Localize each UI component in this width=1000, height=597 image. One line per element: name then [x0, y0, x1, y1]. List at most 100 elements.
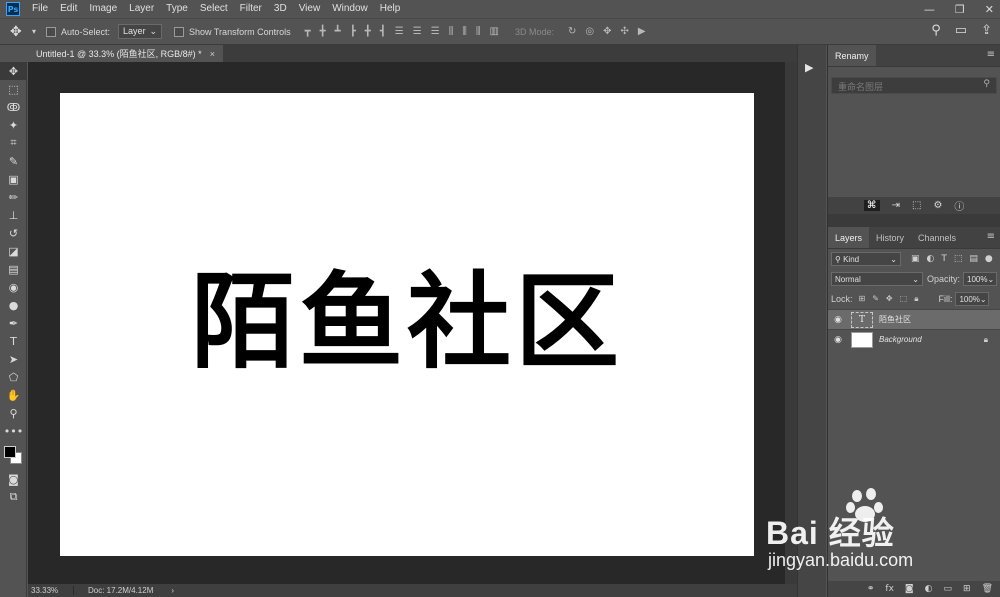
more-tools-icon[interactable]: •••	[0, 422, 27, 440]
eraser-tool-icon[interactable]: ◪	[0, 242, 27, 260]
distribute-right-icon[interactable]: ⫼	[476, 26, 481, 37]
layer-row-text[interactable]: ◉ T 陌鱼社区	[828, 309, 1000, 329]
layer-name[interactable]: Background	[879, 335, 922, 344]
gradient-tool-icon[interactable]: ▤	[0, 260, 27, 278]
panel-menu-icon[interactable]: ≡	[987, 49, 995, 60]
3d-slide-icon[interactable]: ✣	[621, 26, 629, 37]
foreground-color-swatch[interactable]	[4, 446, 16, 458]
3d-roll-icon[interactable]: ◎	[585, 26, 594, 37]
fill-field[interactable]: 100% ⌄	[955, 292, 990, 306]
close-tab-icon[interactable]: ×	[210, 49, 215, 59]
brush-tool-icon[interactable]: ✏	[0, 188, 27, 206]
canvas-text-layer[interactable]: 陌鱼社区	[191, 237, 623, 388]
frame-icon[interactable]: ⬚	[912, 200, 921, 211]
workspace-icon[interactable]: ▭	[955, 23, 967, 38]
rename-icon[interactable]: ⌘	[863, 200, 880, 211]
distribute-top-icon[interactable]: ☰	[395, 26, 404, 37]
menu-edit[interactable]: Edit	[54, 0, 83, 18]
kind-filter-dropdown[interactable]: ⚲ Kind ⌄	[831, 252, 901, 266]
layer-row-background[interactable]: ◉ Background 🔒︎	[828, 329, 1000, 349]
close-icon[interactable]: ✕	[985, 3, 994, 16]
type-tool-icon[interactable]: T	[0, 332, 27, 350]
align-hcenter-icon[interactable]: ╋	[365, 26, 371, 37]
panel-menu-icon[interactable]: ≡	[987, 231, 995, 242]
gear-icon[interactable]: ⚙	[933, 200, 942, 211]
visibility-eye-icon[interactable]: ◉	[828, 335, 848, 345]
menu-file[interactable]: File	[26, 0, 54, 18]
tab-history[interactable]: History	[869, 227, 911, 248]
crop-tool-icon[interactable]: ⌗	[0, 134, 27, 152]
zoom-tool-icon[interactable]: ⚲	[0, 404, 27, 422]
trash-icon[interactable]: 🗑︎	[982, 584, 993, 594]
tab-channels[interactable]: Channels	[911, 227, 963, 248]
align-right-icon[interactable]: ┫	[380, 26, 386, 37]
3d-pan-icon[interactable]: ✥	[603, 26, 611, 37]
adjustment-filter-icon[interactable]: ◐	[927, 254, 935, 264]
zoom-level[interactable]: 33.33%	[28, 586, 74, 595]
tool-preset-chevron-icon[interactable]: ▾	[32, 27, 36, 36]
filter-toggle-icon[interactable]: ●	[985, 254, 993, 264]
smart-object-filter-icon[interactable]: ▤	[969, 254, 978, 264]
magic-wand-tool-icon[interactable]: ✦	[0, 116, 27, 134]
3d-orbit-icon[interactable]: ↻	[568, 26, 576, 37]
restore-icon[interactable]: ❐	[955, 3, 965, 16]
menu-filter[interactable]: Filter	[234, 0, 268, 18]
adjustment-layer-icon[interactable]: ◐	[925, 584, 933, 594]
auto-align-icon[interactable]: ▥	[490, 26, 499, 37]
menu-3d[interactable]: 3D	[268, 0, 293, 18]
move-tool-icon[interactable]: ✥	[0, 62, 27, 80]
shape-filter-icon[interactable]: ⬚	[954, 254, 963, 264]
menu-layer[interactable]: Layer	[123, 0, 160, 18]
clone-stamp-tool-icon[interactable]: ⊥	[0, 206, 27, 224]
type-filter-icon[interactable]: T	[941, 254, 947, 264]
pen-tool-icon[interactable]: ✒	[0, 314, 27, 332]
link-layers-icon[interactable]: ⚭	[867, 584, 875, 594]
menu-select[interactable]: Select	[194, 0, 234, 18]
document-tab[interactable]: Untitled-1 @ 33.3% (陌鱼社区, RGB/8#) * ×	[28, 45, 223, 62]
blend-mode-dropdown[interactable]: Normal ⌄	[831, 272, 923, 286]
minimize-icon[interactable]: —	[924, 3, 935, 16]
distribute-hcenter-icon[interactable]: ⫼	[462, 26, 467, 37]
quick-mask-icon[interactable]: ◙	[0, 470, 27, 488]
align-top-icon[interactable]: ┳	[305, 26, 311, 37]
color-swatches[interactable]	[0, 440, 27, 470]
distribute-left-icon[interactable]: ⫼	[449, 26, 454, 37]
3d-scale-icon[interactable]: ▶	[638, 26, 646, 37]
distribute-bottom-icon[interactable]: ☰	[431, 26, 440, 37]
auto-select-dropdown[interactable]: Layer ⌄	[118, 24, 163, 39]
show-transform-checkbox[interactable]	[174, 26, 185, 37]
screen-mode-icon[interactable]: ⧉	[0, 488, 27, 506]
share-icon[interactable]: ⇪	[981, 23, 992, 38]
history-brush-tool-icon[interactable]: ↺	[0, 224, 27, 242]
tab-layers[interactable]: Layers	[828, 227, 870, 248]
pixel-filter-icon[interactable]: ▣	[911, 254, 920, 264]
add-mask-icon[interactable]: ◙	[905, 584, 914, 594]
align-vcenter-icon[interactable]: ╋	[320, 26, 326, 37]
menu-window[interactable]: Window	[326, 0, 374, 18]
layer-name[interactable]: 陌鱼社区	[879, 314, 911, 325]
info-icon[interactable]: ⓘ	[954, 198, 964, 213]
visibility-eye-icon[interactable]: ◉	[828, 315, 848, 325]
marquee-tool-icon[interactable]: ⬚	[0, 80, 27, 98]
dodge-tool-icon[interactable]: ●	[0, 296, 27, 314]
auto-select-checkbox[interactable]	[46, 26, 57, 37]
forward-icon[interactable]: ⇥	[892, 200, 900, 211]
lock-transparency-icon[interactable]: ⊞	[859, 294, 866, 304]
search-icon[interactable]: ⚲	[931, 23, 941, 38]
menu-help[interactable]: Help	[374, 0, 407, 18]
lock-pixels-icon[interactable]: ✎	[872, 294, 879, 304]
menu-image[interactable]: Image	[83, 0, 123, 18]
tab-renamy[interactable]: Renamy	[828, 45, 876, 66]
lock-artboard-icon[interactable]: ⬚	[900, 294, 908, 304]
layer-style-icon[interactable]: fx	[885, 584, 894, 594]
blur-tool-icon[interactable]: ◉	[0, 278, 27, 296]
new-group-icon[interactable]: ▭	[944, 584, 953, 594]
shape-tool-icon[interactable]: ⬠	[0, 368, 27, 386]
opacity-field[interactable]: 100% ⌄	[963, 272, 997, 286]
canvas-workspace[interactable]: 陌鱼社区	[28, 62, 785, 584]
distribute-vcenter-icon[interactable]: ☰	[413, 26, 422, 37]
align-left-icon[interactable]: ┣	[350, 26, 356, 37]
lock-all-icon[interactable]: 🔒︎	[914, 294, 918, 304]
move-tool-icon[interactable]: ✥	[10, 24, 32, 40]
path-selection-tool-icon[interactable]: ➤	[0, 350, 27, 368]
